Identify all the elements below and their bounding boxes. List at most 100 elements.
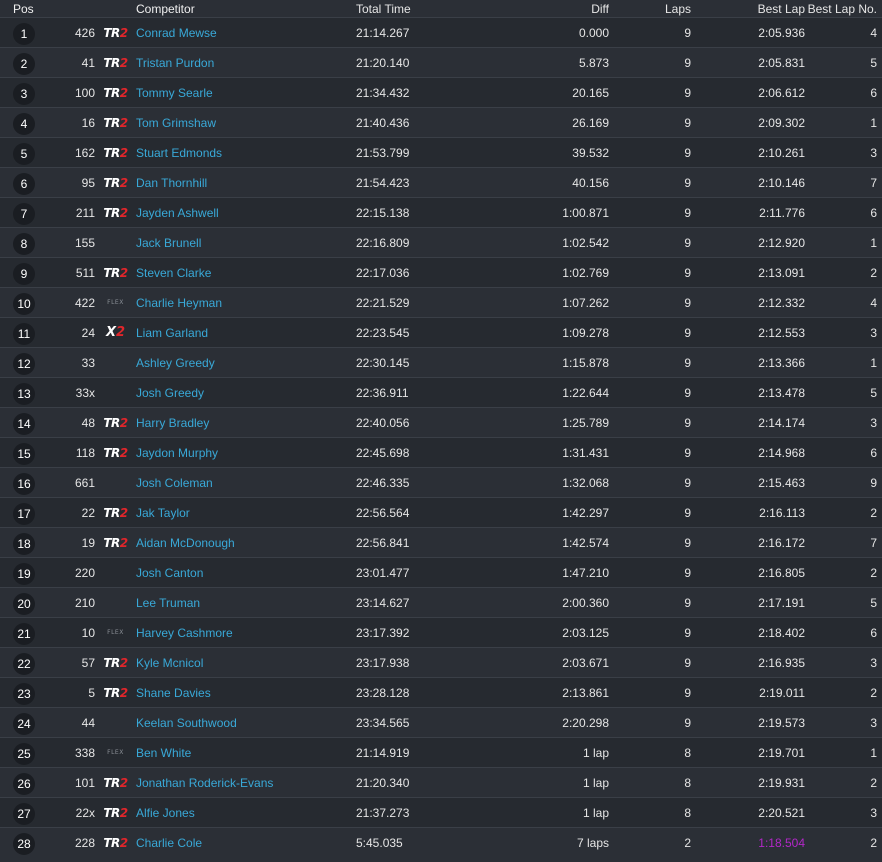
competitor-link[interactable]: Ben White (136, 746, 191, 760)
competitor-cell: Charlie Heyman (136, 296, 356, 310)
rider-number: 100 (74, 85, 95, 100)
laps: 2 (684, 835, 691, 850)
position-badge: 15 (13, 442, 35, 465)
position-cell: 10 (0, 291, 48, 315)
diff: 1:22.644 (562, 385, 609, 400)
competitor-link[interactable]: Jak Taylor (136, 506, 190, 520)
competitor-link[interactable]: Josh Canton (136, 566, 203, 580)
tr2-logo: TR2 (103, 655, 128, 670)
team-logo-cell: TR2 (95, 266, 136, 280)
position-cell: 5 (0, 141, 48, 165)
tr2-logo: TR2 (103, 506, 128, 520)
competitor-link[interactable]: Jaydon Murphy (136, 446, 218, 460)
position-badge: 4 (13, 112, 35, 135)
best-lap: 2:06.612 (758, 85, 805, 100)
best-lap: 2:19.011 (759, 685, 805, 700)
best-lap: 2:13.478 (758, 385, 805, 400)
position-cell: 26 (0, 771, 48, 795)
competitor-link[interactable]: Kyle Mcnicol (136, 656, 203, 670)
competitor-link[interactable]: Charlie Cole (136, 836, 202, 850)
rider-number: 22x (75, 805, 95, 820)
header-best-lap[interactable]: Best Lap (691, 2, 805, 16)
competitor-link[interactable]: Jayden Ashwell (136, 206, 219, 220)
best-lap: 2:05.936 (758, 25, 805, 40)
rider-number: 19 (81, 535, 95, 550)
team-logo-cell: FLEX (95, 299, 136, 306)
competitor-link[interactable]: Liam Garland (136, 326, 208, 340)
header-laps[interactable]: Laps (609, 2, 691, 16)
rider-number: 155 (74, 235, 95, 250)
position-badge: 9 (13, 262, 35, 285)
table-row: 11 24 X2 Liam Garland 22:23.545 1:09.278 9 2:12… (0, 317, 882, 347)
rider-number: 33x (75, 385, 95, 400)
competitor-cell: Dan Thornhill (136, 176, 356, 190)
laps: 9 (684, 655, 691, 670)
competitor-link[interactable]: Tommy Searle (136, 86, 213, 100)
position-cell: 4 (0, 111, 48, 135)
competitor-cell: Keelan Southwood (136, 716, 356, 730)
competitor-link[interactable]: Steven Clarke (136, 266, 211, 280)
diff: 40.156 (572, 175, 609, 190)
tr2-logo: TR2 (103, 206, 128, 220)
tr2-logo-letters: TR (103, 115, 120, 130)
competitor-link[interactable]: Jack Brunell (136, 236, 201, 250)
rider-number: 44 (81, 715, 95, 730)
header-competitor[interactable]: Competitor (136, 2, 356, 16)
competitor-link[interactable]: Shane Davies (136, 686, 211, 700)
competitor-cell: Jack Brunell (136, 236, 356, 250)
competitor-link[interactable]: Alfie Jones (136, 806, 195, 820)
header-pos[interactable]: Pos (0, 2, 48, 16)
best-lap: 2:16.935 (758, 655, 805, 670)
best-lap: 2:19.701 (758, 745, 805, 760)
competitor-link[interactable]: Josh Greedy (136, 386, 204, 400)
diff: 1:31.431 (562, 445, 609, 460)
header-best-lap-no[interactable]: Best Lap No. (805, 2, 877, 16)
competitor-link[interactable]: Lee Truman (136, 596, 200, 610)
tr2-logo-letters: TR (103, 835, 120, 850)
total-time: 23:14.627 (356, 595, 410, 610)
rider-number: 48 (81, 415, 95, 430)
position-badge: 28 (13, 832, 35, 855)
competitor-cell: Josh Coleman (136, 476, 356, 490)
competitor-link[interactable]: Ashley Greedy (136, 356, 215, 370)
header-diff[interactable]: Diff (456, 2, 609, 16)
tr2-logo-letters: TR (103, 445, 120, 460)
competitor-link[interactable]: Dan Thornhill (136, 176, 207, 190)
tr2-logo-letters: TR (103, 655, 120, 670)
rider-number: 41 (81, 55, 95, 70)
competitor-link[interactable]: Charlie Heyman (136, 296, 222, 310)
best-lap: 1:18.504 (758, 835, 805, 850)
laps: 8 (684, 745, 691, 760)
header-total-time[interactable]: Total Time (356, 2, 456, 16)
rider-number: 220 (74, 565, 95, 580)
best-lap: 2:13.366 (758, 355, 805, 370)
competitor-link[interactable]: Tom Grimshaw (136, 116, 216, 130)
total-time: 22:36.911 (356, 385, 409, 400)
competitor-link[interactable]: Tristan Purdon (136, 56, 214, 70)
competitor-link[interactable]: Aidan McDonough (136, 536, 235, 550)
competitor-link[interactable]: Jonathan Roderick-Evans (136, 776, 273, 790)
tr2-logo-number: 2 (119, 655, 128, 670)
position-cell: 20 (0, 591, 48, 615)
competitor-link[interactable]: Conrad Mewse (136, 26, 217, 40)
table-row: 23 5 TR2 Shane Davies 23:28.128 2:13.861 9 2:19… (0, 677, 882, 707)
total-time: 21:34.432 (356, 85, 410, 100)
competitor-link[interactable]: Stuart Edmonds (136, 146, 222, 160)
x2-logo: X2 (106, 325, 125, 340)
diff: 5.873 (578, 55, 609, 70)
competitor-link[interactable]: Harvey Cashmore (136, 626, 233, 640)
competitor-link[interactable]: Josh Coleman (136, 476, 213, 490)
position-badge: 2 (13, 52, 35, 75)
position-cell: 3 (0, 81, 48, 105)
position-badge: 16 (13, 472, 35, 495)
competitor-link[interactable]: Keelan Southwood (136, 716, 237, 730)
table-row: 8 155 Jack Brunell 22:16.809 1:02.542 9 2:12.9… (0, 227, 882, 257)
competitor-cell: Tommy Searle (136, 86, 356, 100)
rider-number: 118 (75, 445, 95, 460)
total-time: 22:40.056 (356, 415, 410, 430)
position-cell: 28 (0, 831, 48, 855)
best-lap-number: 2 (870, 685, 877, 700)
best-lap: 2:16.172 (758, 535, 805, 550)
competitor-link[interactable]: Harry Bradley (136, 416, 209, 430)
best-lap-number: 6 (870, 205, 877, 220)
